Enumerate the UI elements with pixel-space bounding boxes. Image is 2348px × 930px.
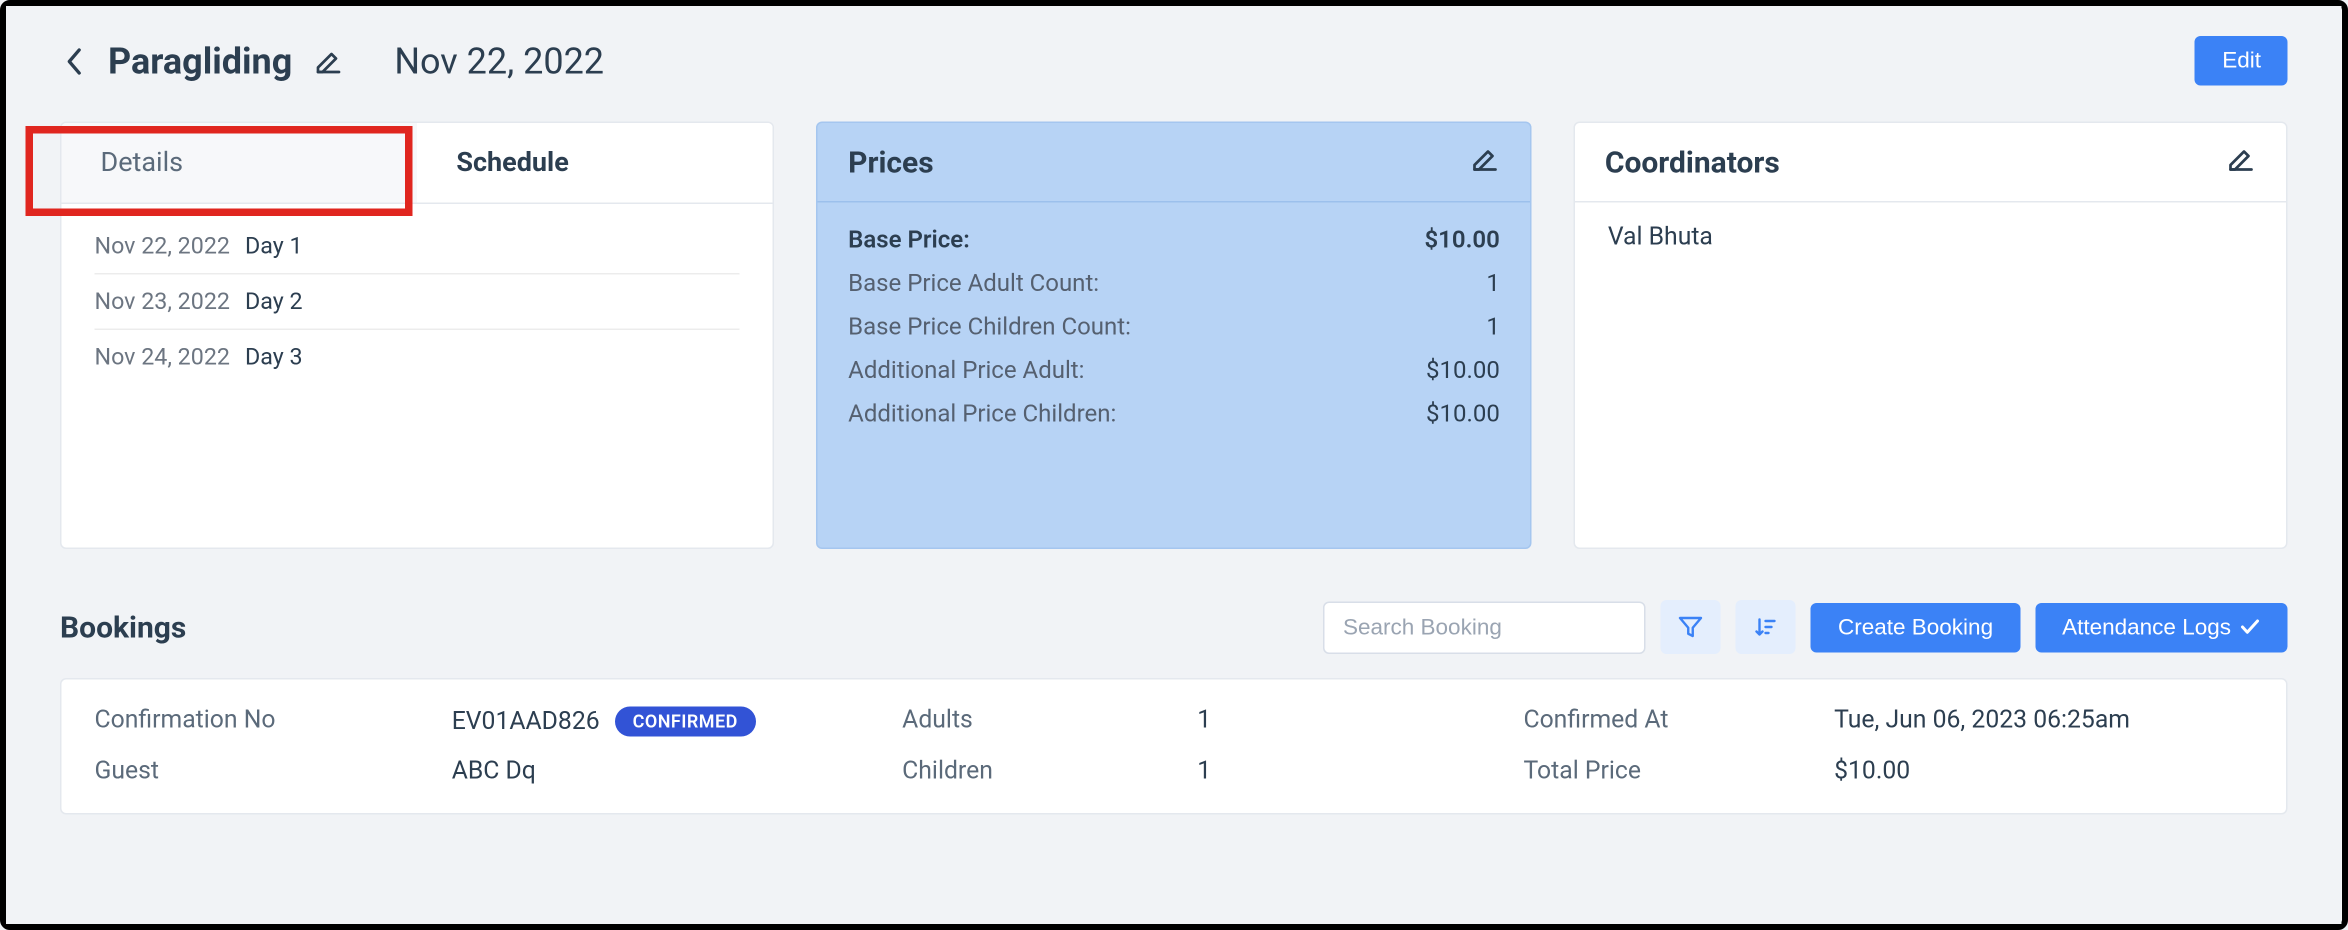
- guest-label: Guest: [95, 758, 452, 787]
- schedule-day: Day 2: [245, 288, 303, 315]
- attendance-logs-button[interactable]: Attendance Logs: [2035, 602, 2288, 652]
- price-value: $10.00: [1424, 225, 1499, 254]
- schedule-date: Nov 24, 2022: [95, 344, 230, 371]
- total-price-label: Total Price: [1523, 758, 1834, 787]
- schedule-row: Nov 23, 2022 Day 2: [95, 275, 741, 331]
- page-title: Paragliding: [108, 40, 292, 82]
- price-row: Additional Price Adult: $10.00: [848, 348, 1500, 392]
- prices-card: Prices Base Price: $10.00 Base Price Adu…: [817, 122, 1532, 550]
- cards-row: Details Schedule Nov 22, 2022 Day 1 Nov …: [60, 122, 2288, 550]
- edit-button[interactable]: Edit: [2195, 36, 2288, 86]
- status-badge: CONFIRMED: [615, 707, 756, 737]
- price-value: 1: [1486, 269, 1500, 298]
- bookings-title: Bookings: [60, 609, 186, 645]
- check-icon: [2240, 617, 2261, 638]
- price-value: $10.00: [1426, 399, 1500, 428]
- bookings-header: Bookings Create Booking Attendance Logs: [60, 600, 2288, 654]
- price-row: Base Price Adult Count: 1: [848, 261, 1500, 305]
- price-label: Additional Price Children:: [848, 399, 1116, 428]
- price-label: Additional Price Adult:: [848, 356, 1084, 385]
- filter-button[interactable]: [1661, 600, 1721, 654]
- booking-card[interactable]: Confirmation No EV01AAD826 CONFIRMED Adu…: [60, 678, 2288, 815]
- coordinator-name: Val Bhuta: [1608, 218, 2254, 253]
- adults-value: 1: [1197, 707, 1523, 737]
- schedule-row: Nov 24, 2022 Day 3: [95, 330, 741, 384]
- coordinators-card: Coordinators Val Bhuta: [1573, 122, 2288, 550]
- total-price-value: $10.00: [1834, 758, 2253, 787]
- schedule-card: Details Schedule Nov 22, 2022 Day 1 Nov …: [60, 122, 775, 550]
- schedule-day: Day 3: [245, 344, 303, 371]
- sort-button[interactable]: [1736, 600, 1796, 654]
- price-label: Base Price:: [848, 225, 970, 254]
- filter-icon: [1679, 615, 1703, 639]
- edit-title-icon[interactable]: [313, 46, 343, 76]
- price-value: 1: [1486, 312, 1500, 341]
- schedule-row: Nov 22, 2022 Day 1: [95, 219, 741, 275]
- confirmed-at-label: Confirmed At: [1523, 707, 1834, 737]
- children-value: 1: [1197, 758, 1523, 787]
- create-booking-button[interactable]: Create Booking: [1811, 602, 2020, 652]
- tab-schedule[interactable]: Schedule: [417, 123, 773, 203]
- confirmation-no-label: Confirmation No: [95, 707, 452, 737]
- price-row: Base Price: $10.00: [848, 218, 1500, 262]
- coordinators-title: Coordinators: [1605, 144, 1780, 180]
- schedule-date: Nov 23, 2022: [95, 288, 230, 315]
- price-label: Base Price Adult Count:: [848, 269, 1099, 298]
- schedule-day: Day 1: [245, 233, 303, 260]
- schedule-date: Nov 22, 2022: [95, 233, 230, 260]
- confirmation-no: EV01AAD826: [452, 707, 600, 736]
- edit-prices-icon[interactable]: [1470, 144, 1500, 180]
- header-date: Nov 22, 2022: [394, 40, 604, 82]
- attendance-logs-label: Attendance Logs: [2062, 614, 2231, 640]
- confirmed-at-value: Tue, Jun 06, 2023 06:25am: [1834, 707, 2253, 737]
- children-label: Children: [902, 758, 1197, 787]
- back-icon[interactable]: [60, 47, 87, 74]
- tab-details[interactable]: Details: [62, 123, 418, 203]
- price-value: $10.00: [1426, 356, 1500, 385]
- sort-icon: [1754, 615, 1778, 639]
- prices-title: Prices: [848, 144, 934, 180]
- price-row: Base Price Children Count: 1: [848, 305, 1500, 349]
- page-header: Paragliding Nov 22, 2022 Edit: [60, 36, 2288, 86]
- adults-label: Adults: [902, 707, 1197, 737]
- search-booking-input[interactable]: [1323, 601, 1646, 654]
- edit-coordinators-icon[interactable]: [2226, 144, 2256, 180]
- price-label: Base Price Children Count:: [848, 312, 1131, 341]
- price-row: Additional Price Children: $10.00: [848, 392, 1500, 436]
- guest-value: ABC Dq: [452, 758, 902, 787]
